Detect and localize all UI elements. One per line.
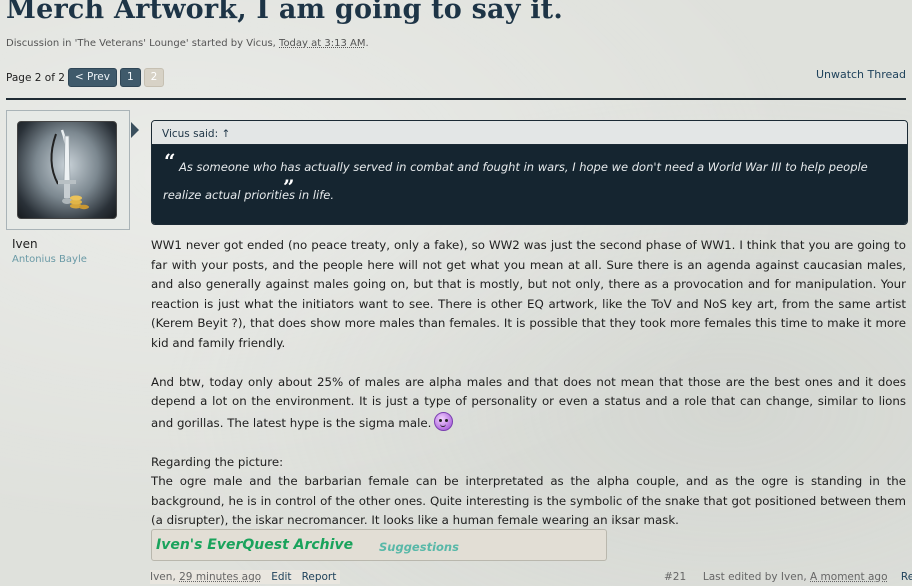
message-pointer-icon	[131, 122, 139, 138]
archive-signature-link[interactable]: Iven's EverQuest Archive	[156, 537, 353, 553]
user-avatar-box	[6, 110, 130, 230]
last-edited-time[interactable]: A moment ago	[810, 571, 888, 583]
quote-attribution[interactable]: Vicus said: ↑	[152, 121, 907, 145]
header-divider	[6, 98, 906, 100]
post-author-title: Antonius Bayle	[12, 254, 87, 265]
thread-meta-prefix: Discussion in 'The Veterans' Lounge' sta…	[6, 38, 246, 49]
unwatch-thread-link[interactable]: Unwatch Thread	[816, 68, 906, 81]
purple-smiley-icon	[434, 412, 453, 431]
thread-starter-link[interactable]: Vicus	[246, 38, 272, 49]
post-footer-right: #21 Last edited by Iven, A moment ago Re…	[664, 571, 912, 583]
prev-page-button[interactable]: < Prev	[68, 68, 117, 87]
post-message: WW1 never got ended (no peace treaty, on…	[151, 236, 906, 531]
page-label: Page 2 of 2	[6, 72, 65, 84]
quote-body: “ As someone who has actually served in …	[152, 145, 907, 224]
picture-heading: Regarding the picture:	[151, 453, 906, 473]
quote-close-icon: ”	[283, 173, 295, 201]
footer-author-link[interactable]: Iven	[150, 571, 172, 583]
edit-link[interactable]: Edit	[271, 571, 291, 583]
last-edited-prefix: Last edited by Iven,	[703, 571, 810, 583]
page-navigation: Page 2 of 2 < Prev 1 2	[6, 68, 164, 87]
page-2-button[interactable]: 2	[144, 68, 165, 87]
suggestions-signature-link[interactable]: Suggestions	[379, 540, 459, 554]
thread-start-time[interactable]: Today at 3:13 AM	[279, 38, 365, 49]
post-author-name[interactable]: Iven	[12, 237, 38, 251]
reply-link[interactable]: Reply	[901, 571, 912, 583]
post-number-link[interactable]: #21	[664, 571, 686, 583]
post-paragraph: WW1 never got ended (no peace treaty, on…	[151, 236, 906, 353]
post-time[interactable]: 29 minutes ago	[179, 571, 261, 583]
dagger-icon	[18, 122, 116, 218]
dagger-avatar-image[interactable]	[17, 121, 117, 219]
page-1-button[interactable]: 1	[120, 68, 141, 87]
thread-meta: Discussion in 'The Veterans' Lounge' sta…	[6, 38, 369, 49]
signature-box: Iven's EverQuest Archive Suggestions	[151, 529, 607, 561]
quote-open-icon: “	[164, 147, 176, 175]
picture-paragraph: The ogre male and the barbarian female c…	[151, 472, 906, 531]
report-link[interactable]: Report	[302, 571, 337, 583]
quote-block: Vicus said: ↑ “ As someone who has actua…	[151, 120, 908, 225]
quote-text: As someone who has actually served in co…	[163, 153, 897, 209]
thread-title: Merch Artwork, I am going to say it.	[6, 0, 563, 25]
post-paragraph: And btw, today only about 25% of males a…	[151, 373, 906, 434]
post-footer-left: Iven, 29 minutes ago Edit Report	[150, 571, 340, 583]
